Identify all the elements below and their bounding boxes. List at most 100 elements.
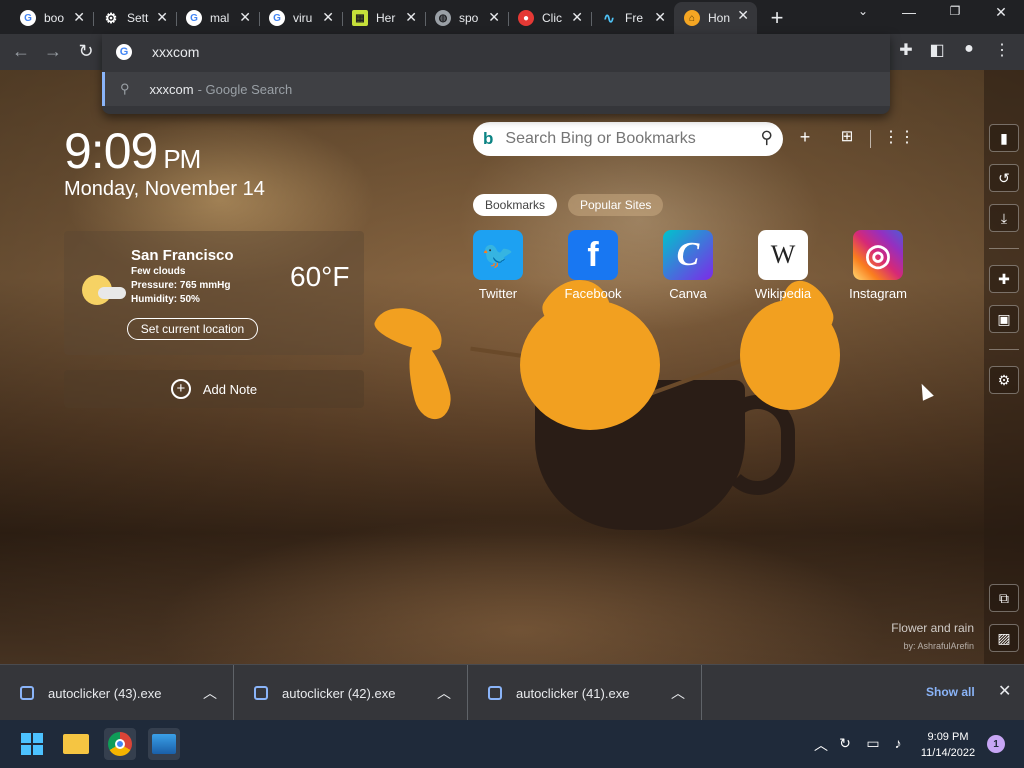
chrome-icon [108, 732, 132, 756]
weather-desc: Few clouds [131, 266, 186, 277]
close-tab-icon[interactable]: ✕ [488, 9, 500, 26]
site-instagram[interactable]: ◎ Instagram [838, 230, 918, 301]
menu-icon[interactable]: ⋮ [990, 40, 1014, 60]
tab-search-icon[interactable]: ⌄ [848, 4, 878, 18]
omnibox[interactable]: G [102, 34, 890, 70]
tab-7[interactable]: ● Clic ✕ [508, 4, 592, 32]
add-bookmark-icon[interactable]: + [794, 127, 816, 148]
tab-popular-sites[interactable]: Popular Sites [568, 194, 664, 216]
site-twitter[interactable]: 🐦 Twitter [458, 230, 538, 301]
close-tab-icon[interactable]: ✕ [322, 9, 334, 26]
google-icon: G [116, 44, 132, 60]
download-item[interactable]: autoclicker (43).exe ︿ [0, 665, 234, 721]
download-item[interactable]: autoclicker (42).exe ︿ [234, 665, 468, 721]
restore-button[interactable]: ❐ [940, 4, 970, 18]
new-tab-page: 9:09 PM Monday, November 14 San Francisco… [0, 70, 1024, 664]
forward-button[interactable]: → [42, 41, 64, 62]
site-wikipedia[interactable]: W Wikipedia [743, 230, 823, 301]
sync-icon[interactable]: ↻ [836, 735, 854, 752]
photos-taskbar-icon[interactable] [148, 728, 180, 760]
folder-add-icon[interactable]: ⊞ [836, 127, 858, 145]
image-search-icon[interactable]: ⧉ [989, 584, 1019, 612]
start-button[interactable] [16, 728, 48, 760]
chevron-up-icon[interactable]: ︿ [437, 683, 451, 703]
site-label: Canva [669, 286, 707, 301]
suggestion-query: xxxcom [149, 81, 194, 97]
side-panel-icon[interactable]: ◧ [925, 40, 949, 60]
notification-badge[interactable]: 1 [987, 735, 1005, 753]
bookmarks-icon[interactable]: ▮ [989, 124, 1019, 152]
chevron-up-icon[interactable]: ︿ [812, 735, 830, 755]
tab-bookmarks[interactable]: Bookmarks [473, 194, 558, 216]
close-tab-icon[interactable]: ✕ [239, 9, 251, 26]
windows-taskbar: ︿ ↻ ▭ ♪ 9:09 PM 11/14/2022 1 [0, 720, 1024, 768]
close-download-bar-icon[interactable]: ✕ [998, 681, 1011, 701]
wallpaper-icon[interactable]: ▨ [989, 624, 1019, 652]
omnibox-suggestion[interactable]: ⚲ xxxcom - Google Search [102, 72, 890, 106]
back-button[interactable]: ← [10, 41, 32, 62]
network-icon[interactable]: ▭ [864, 735, 882, 752]
gear-icon: ⚙ [104, 9, 118, 26]
minimize-button[interactable]: — [894, 4, 924, 20]
date-label: Monday, November 14 [64, 178, 265, 200]
extensions-icon[interactable]: ✚ [989, 265, 1019, 293]
add-note-label: Add Note [202, 381, 258, 397]
tab-5[interactable]: ▦ Her ✕ [342, 4, 426, 32]
apps-grid-icon[interactable]: ⋮⋮ [883, 127, 915, 147]
close-window-button[interactable]: ✕ [986, 4, 1016, 21]
download-icon[interactable]: ⤓ [989, 204, 1019, 232]
toolbar-separator [870, 130, 871, 148]
file-explorer-icon[interactable] [60, 728, 92, 760]
chevron-up-icon[interactable]: ︿ [671, 683, 685, 703]
wallpaper-author: by: AshrafulArefin [903, 641, 974, 651]
tab-2[interactable]: ⚙ Sett ✕ [93, 4, 177, 32]
site-facebook[interactable]: f Facebook [553, 230, 633, 301]
search-icon[interactable]: ⚲ [761, 128, 773, 148]
search-box[interactable]: b ⚲ [473, 122, 783, 156]
reload-button[interactable]: ↻ [75, 41, 97, 62]
clipboard-icon[interactable]: ▣ [989, 305, 1019, 333]
close-tab-icon[interactable]: ✕ [156, 9, 168, 26]
close-tab-icon[interactable]: ✕ [571, 9, 583, 26]
tab-3[interactable]: G mal ✕ [176, 4, 260, 32]
tab-8[interactable]: ∿ Fre ✕ [591, 4, 674, 32]
search-input[interactable] [505, 130, 736, 148]
volume-icon[interactable]: ♪ [889, 735, 907, 751]
system-clock[interactable]: 9:09 PM 11/14/2022 [918, 729, 978, 761]
weather-humidity: Humidity: 50% [131, 294, 200, 305]
tab-9-active[interactable]: ⌂ Hon ✕ [674, 2, 757, 34]
suggestion-description: - Google Search [197, 81, 293, 97]
profile-icon[interactable]: ● [957, 40, 981, 58]
set-location-button[interactable]: Set current location [127, 318, 258, 340]
site-label: Wikipedia [754, 286, 812, 301]
home-icon: ⌂ [684, 10, 700, 26]
site-label: Facebook [564, 286, 622, 301]
tab-1[interactable]: G boo ✕ [10, 4, 94, 32]
extensions-icon[interactable]: ✚ [894, 40, 918, 60]
herald-icon: ▦ [352, 10, 368, 26]
site-canva[interactable]: C Canva [648, 230, 728, 301]
google-icon: G [269, 10, 285, 26]
chevron-up-icon[interactable]: ︿ [203, 683, 217, 703]
tab-strip: G boo ✕ ⚙ Sett ✕ G mal ✕ G viru ✕ ▦ Her … [0, 0, 1024, 34]
weather-temperature: 60°F [290, 261, 350, 292]
twitter-icon: 🐦 [473, 230, 523, 280]
tab-title: Clic [542, 11, 562, 25]
show-all-link[interactable]: Show all [926, 685, 975, 699]
close-tab-icon[interactable]: ✕ [654, 9, 666, 26]
tab-4[interactable]: G viru ✕ [259, 4, 343, 32]
canva-icon: C [663, 230, 713, 280]
download-item[interactable]: autoclicker (41).exe ︿ [468, 665, 702, 721]
new-tab-button[interactable]: + [766, 5, 788, 31]
settings-gear-icon[interactable]: ⚙ [989, 366, 1019, 394]
sidebar-separator [989, 349, 1019, 350]
history-icon[interactable]: ↺ [989, 164, 1019, 192]
close-tab-icon[interactable]: ✕ [405, 9, 417, 26]
chrome-taskbar-icon[interactable] [104, 728, 136, 760]
bing-icon: b [483, 129, 494, 148]
add-note-button[interactable]: + Add Note [64, 370, 364, 408]
address-bar-input[interactable] [152, 44, 752, 60]
tab-6[interactable]: ◍ spo ✕ [425, 4, 509, 32]
close-tab-icon[interactable]: ✕ [737, 7, 749, 24]
close-tab-icon[interactable]: ✕ [73, 9, 85, 26]
